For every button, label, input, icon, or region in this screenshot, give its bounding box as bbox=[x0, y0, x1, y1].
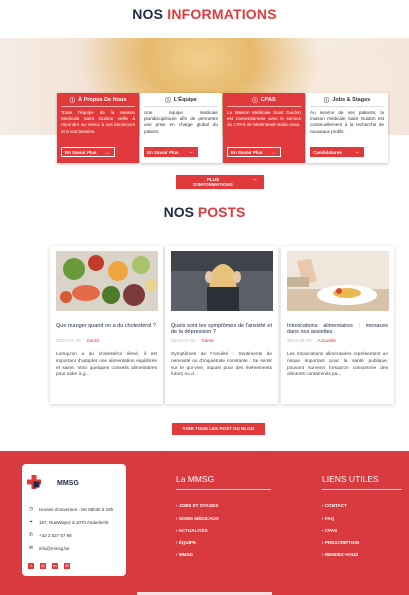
linkedin-icon[interactable]: in bbox=[52, 563, 58, 569]
post-date: 2024-07-30 bbox=[171, 339, 196, 344]
page-title-part1: NOS bbox=[132, 6, 164, 22]
divider bbox=[227, 106, 301, 107]
post-card[interactable]: Que manger quand on a du cholestérol ? 2… bbox=[50, 246, 163, 404]
post-date: 2024-07-30 bbox=[56, 339, 81, 344]
post-card[interactable]: Intoxications alimentaires : menaces dan… bbox=[281, 246, 394, 404]
card-title: L'Équipe bbox=[173, 97, 197, 103]
arrow-right-icon: → bbox=[188, 149, 194, 155]
anxious-woman-image[interactable] bbox=[171, 251, 273, 311]
footer-col1-title: La MMSG bbox=[176, 474, 215, 484]
card-button-label: En Savoir Plus bbox=[147, 149, 179, 155]
info-circle-icon: ⓘ bbox=[165, 98, 171, 104]
email-line[interactable]: ✉ info@mmsg.be bbox=[28, 545, 69, 551]
card-text: La Maison Médicale Saint Guidon est conv… bbox=[227, 110, 301, 128]
card-about[interactable]: ⓘ À Propos De Nous Toute l'équipe de la M… bbox=[57, 93, 139, 163]
card-jobs[interactable]: ⓘ Jobs & Stages Au service de ses patient… bbox=[306, 93, 388, 163]
footer-link-contact[interactable]: CONTACT bbox=[322, 503, 347, 508]
footer-link-soins[interactable]: SOINS MÉDICAUX bbox=[176, 516, 219, 521]
card-text: Toute l'équipe de la Maison Médicale Sai… bbox=[61, 110, 135, 134]
posts-section-title: NOS POSTS bbox=[0, 204, 409, 220]
card-team[interactable]: ⓘ L'Équipe Une équipe médicale pluridisci… bbox=[140, 93, 222, 163]
email-icon: ✉ bbox=[28, 545, 34, 551]
footer-link-rendezvous[interactable]: RENDEZ-VOUS bbox=[322, 552, 358, 557]
page-title: NOS INFORMATIONS bbox=[0, 6, 409, 22]
clock-icon: ◷ bbox=[28, 506, 34, 512]
post-excerpt: Symptômes de l'Anxiété : Sentiments de n… bbox=[171, 352, 272, 378]
footer-link-mmsg[interactable]: MMSG bbox=[176, 552, 193, 557]
post-category[interactable]: Santé bbox=[202, 339, 215, 344]
card-button[interactable]: En Savoir Plus → bbox=[61, 147, 115, 157]
card-button[interactable]: En Savoir Plus → bbox=[144, 147, 198, 157]
phone-icon: ✆ bbox=[28, 532, 34, 538]
footer-link-actualites[interactable]: ACTUALITÉS bbox=[176, 528, 208, 533]
address-line: ⌖ 167, RueWayez à 1070 Anderlecht bbox=[28, 519, 109, 525]
card-title: À Propos De Nous bbox=[78, 97, 127, 103]
phone-text[interactable]: +32 2 527 67 98 bbox=[39, 533, 72, 538]
divider bbox=[61, 106, 135, 107]
card-button[interactable]: En Savoir Plus → bbox=[227, 147, 281, 157]
post-title[interactable]: Que manger quand on a du cholestérol ? bbox=[56, 323, 157, 329]
post-meta: 2024-06-03 Actualité bbox=[287, 339, 388, 344]
post-meta: 2024-07-30 Santé bbox=[171, 339, 272, 344]
phone-line[interactable]: ✆ +32 2 527 67 98 bbox=[28, 532, 72, 538]
divider bbox=[322, 489, 402, 490]
location-pin-icon: ⌖ bbox=[29, 519, 33, 525]
posts-title-part1: NOS bbox=[163, 204, 194, 220]
post-date: 2024-06-03 bbox=[287, 339, 312, 344]
footer-col2-title: LIENS UTILES bbox=[322, 474, 379, 484]
post-title[interactable]: Quels sont les symptômes de l'anxiété et… bbox=[171, 323, 272, 336]
more-info-label: PLUS D'INFORMATIONS bbox=[193, 177, 233, 187]
social-links: f ◎ in ✉ bbox=[28, 563, 70, 569]
arrow-right-icon: → bbox=[354, 149, 360, 155]
email-text[interactable]: info@mmsg.be bbox=[39, 546, 69, 551]
post-excerpt: Les intoxications alimentaires représent… bbox=[287, 352, 388, 378]
footer-link-jobs[interactable]: JOBS ET STAGES bbox=[176, 503, 218, 508]
info-circle-icon: ⓘ bbox=[252, 98, 258, 104]
footer-link-equipe[interactable]: ÉQUIPE bbox=[176, 540, 196, 545]
post-meta: 2024-07-30 Santé bbox=[56, 339, 157, 344]
card-button-label: En Savoir Plus bbox=[231, 149, 263, 155]
footer-contact-card: MMSG ◷ Horaire d'ouverture : De 08h30 à 1… bbox=[22, 464, 126, 576]
healthy-food-image[interactable] bbox=[56, 251, 158, 311]
footer-link-cpas[interactable]: CPAS bbox=[322, 528, 337, 533]
card-cpas[interactable]: ⓘ CPAS La Maison Médicale Saint Guidon es… bbox=[223, 93, 305, 163]
post-card[interactable]: Quels sont les symptômes de l'anxiété et… bbox=[165, 246, 278, 404]
posts-title-part2: POSTS bbox=[197, 204, 246, 220]
divider bbox=[144, 106, 218, 107]
hours-text: Horaire d'ouverture : De 08h30 à 18h bbox=[39, 506, 114, 512]
footer-brand: MMSG bbox=[57, 480, 79, 487]
arrow-right-icon: → bbox=[251, 176, 258, 183]
post-category[interactable]: Santé bbox=[87, 339, 100, 344]
post-category[interactable]: Actualité bbox=[318, 339, 336, 344]
divider bbox=[310, 106, 384, 107]
card-button-label: En Savoir Plus bbox=[65, 149, 97, 155]
info-circle-icon: ⓘ bbox=[69, 98, 76, 104]
page-title-part2: INFORMATIONS bbox=[167, 6, 277, 22]
card-text: Une équipe médicale pluridisciplinaire a… bbox=[144, 110, 218, 134]
footer-link-faq[interactable]: FAQ bbox=[322, 516, 334, 521]
info-circle-icon: ⓘ bbox=[323, 98, 330, 104]
mmsg-logo-icon[interactable] bbox=[27, 475, 41, 489]
mail-icon[interactable]: ✉ bbox=[64, 563, 70, 569]
card-button[interactable]: Candidatures → bbox=[310, 147, 364, 157]
facebook-icon[interactable]: f bbox=[28, 563, 34, 569]
post-excerpt: Lorsqu'on a du cholestérol élevé, il est… bbox=[56, 352, 157, 378]
arrow-right-icon: → bbox=[270, 150, 276, 156]
divider bbox=[176, 489, 271, 490]
footer-link-prescription[interactable]: PRESCRIPTION bbox=[322, 540, 359, 545]
all-posts-button[interactable]: VOIR TOUS LES POST DU BLOG bbox=[172, 423, 265, 435]
card-button-label: Candidatures bbox=[313, 149, 342, 155]
address-text: 167, RueWayez à 1070 Anderlecht bbox=[39, 519, 109, 525]
post-title[interactable]: Intoxications alimentaires : menaces dan… bbox=[287, 323, 388, 336]
card-text: Au service de ses patients, la maison mé… bbox=[310, 110, 384, 134]
refusing-plate-image[interactable] bbox=[287, 251, 389, 311]
card-title: CPAS bbox=[260, 97, 276, 103]
more-info-button[interactable]: PLUS D'INFORMATIONS → bbox=[176, 175, 264, 189]
info-cards: ⓘ À Propos De Nous Toute l'équipe de la M… bbox=[57, 93, 388, 165]
card-title: Jobs & Stages bbox=[332, 97, 371, 103]
hours-line: ◷ Horaire d'ouverture : De 08h30 à 18h bbox=[28, 506, 113, 512]
instagram-icon[interactable]: ◎ bbox=[40, 563, 46, 569]
arrow-right-icon: → bbox=[104, 150, 110, 156]
